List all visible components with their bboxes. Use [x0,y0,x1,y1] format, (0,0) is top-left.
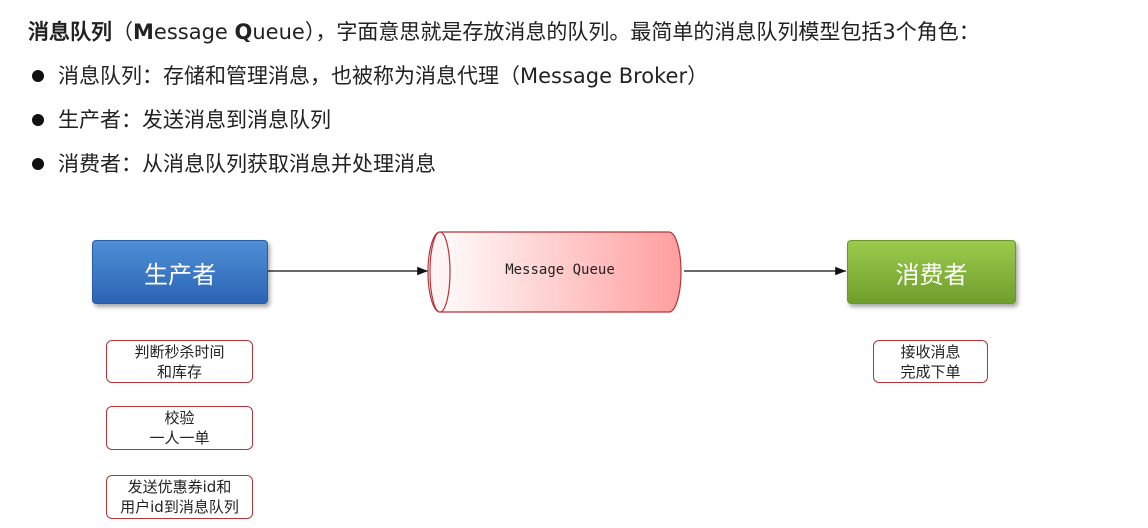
note-line: 用户id到消息队列 [120,498,239,516]
note-receive-order: 接收消息 完成下单 [873,340,988,383]
note-line: 完成下单 [900,362,961,381]
note-one-per-user: 校验 一人一单 [106,406,253,450]
note-line: 接收消息 [900,342,961,361]
note-line: 校验 [164,409,195,427]
consumer-box: 消费者 [847,240,1016,304]
producer-box: 生产者 [92,240,268,304]
note-check-time-stock: 判断秒杀时间 和库存 [106,340,253,383]
note-send-to-queue: 发送优惠券id和 用户id到消息队列 [106,475,253,519]
producer-label: 生产者 [144,260,216,289]
note-line: 一人一单 [149,429,210,447]
note-line: 发送优惠券id和 [127,478,232,496]
queue-label: Message Queue [505,262,615,278]
consumer-label: 消费者 [895,260,968,289]
note-line: 判断秒杀时间 [134,342,225,361]
note-line: 和库存 [156,362,202,381]
